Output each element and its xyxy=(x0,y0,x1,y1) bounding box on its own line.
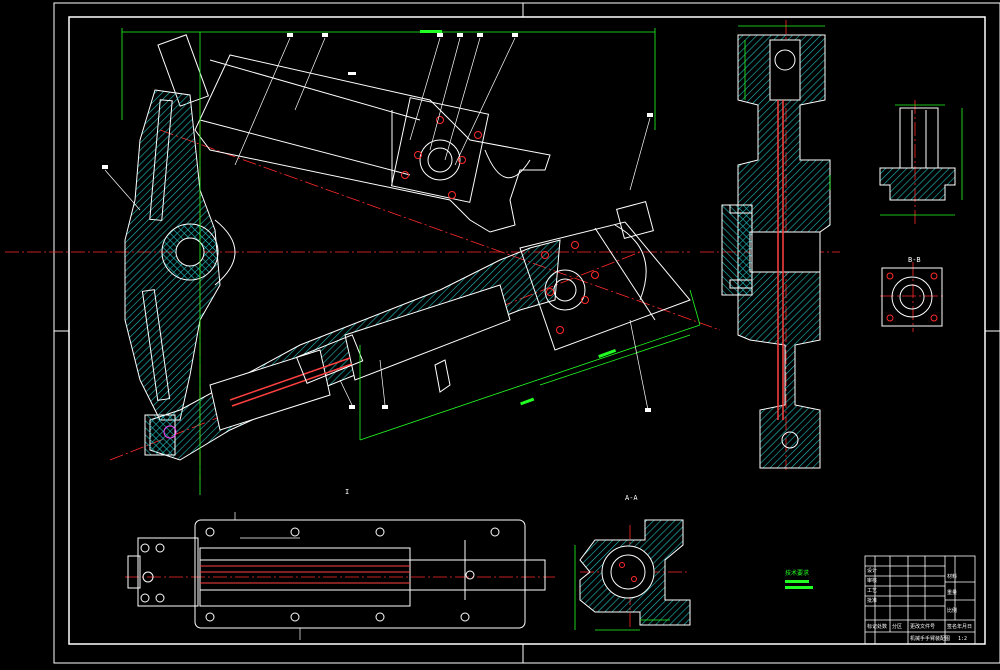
assembly-drawing: A-A B-B I 技术要求 机械手手臂装配图 1:2 标记 处数 分区 更改文… xyxy=(5,2,1000,664)
title-block-cell-process: 工艺 xyxy=(867,588,877,594)
title-block-cell-change: 更改文件号 xyxy=(910,623,935,630)
title-block-cell-material: 材料 xyxy=(947,573,957,580)
title-block-cell-check: 审核 xyxy=(867,577,877,584)
title-block-cell-mark: 标记 xyxy=(867,623,877,630)
title-block-cell-approve: 批准 xyxy=(867,597,877,604)
title-block-drawing-name: 机械手手臂装配图 xyxy=(910,635,950,642)
arm-top-view-lines xyxy=(200,565,410,584)
detail-view-flange xyxy=(881,267,943,327)
arm-top-view-dimensions xyxy=(234,512,301,640)
cad-drawing-viewport[interactable]: A-A B-B I 技术要求 机械手手臂装配图 1:2 标记 处数 分区 更改文… xyxy=(0,0,1000,666)
detail-view-top xyxy=(879,107,956,201)
arm-top-view xyxy=(127,519,546,629)
base-bracket-section xyxy=(124,89,236,421)
title-block-cell-count: 处数 xyxy=(877,623,887,630)
title-block-cell-zone: 分区 xyxy=(892,623,902,630)
section-label-2: B-B xyxy=(908,256,921,264)
note-text: 技术要求 xyxy=(785,569,809,577)
side-section-view xyxy=(721,34,831,469)
main-view-dimension-ticks xyxy=(420,30,617,406)
title-block-cell-scale: 比例 xyxy=(947,607,957,614)
title-block-sheet: 1:2 xyxy=(958,636,967,642)
title-block-text: 机械手手臂装配图 1:2 标记 处数 分区 更改文件号 签名 年月日 设计 审核… xyxy=(867,567,972,642)
title-block-cell-date: 年月日 xyxy=(957,623,972,630)
section-label-1: A-A xyxy=(625,494,638,502)
view-label: I xyxy=(345,488,349,496)
title-block-cell-weight: 重量 xyxy=(947,589,957,596)
gripper-end-view xyxy=(579,519,691,626)
title-block-cell-sign: 签名 xyxy=(947,623,957,630)
technical-notes: 技术要求 xyxy=(785,569,813,589)
title-block-cell-design: 设计 xyxy=(867,567,877,574)
title-block xyxy=(864,555,976,645)
upper-arm-open-position xyxy=(157,34,551,233)
